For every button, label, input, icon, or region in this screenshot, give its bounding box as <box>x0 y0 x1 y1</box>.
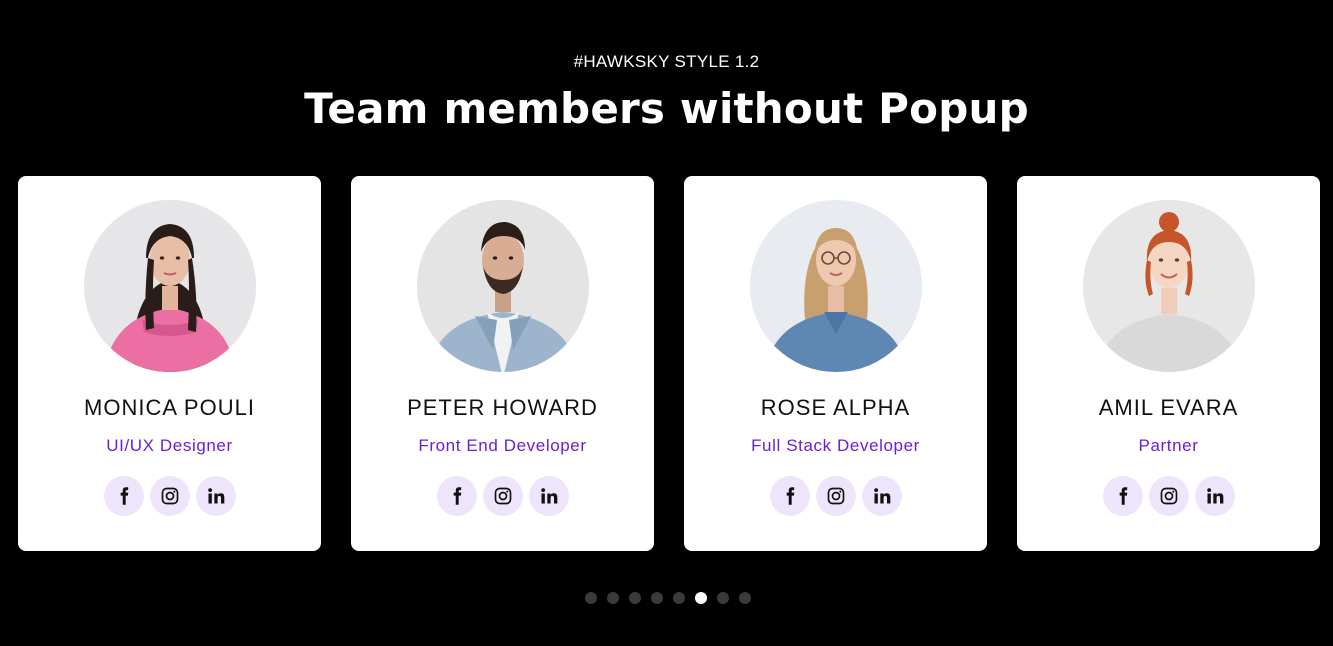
linkedin-icon <box>206 486 226 506</box>
team-card: ROSE ALPHA Full Stack Developer <box>684 176 987 551</box>
instagram-icon <box>160 486 180 506</box>
social-links <box>18 476 321 516</box>
instagram-link[interactable] <box>482 476 523 516</box>
linkedin-link[interactable] <box>861 476 902 516</box>
team-card: MONICA POULI UI/UX Designer <box>18 176 321 551</box>
facebook-icon <box>114 486 134 506</box>
instagram-link[interactable] <box>1148 476 1189 516</box>
facebook-icon <box>780 486 800 506</box>
linkedin-icon <box>872 486 892 506</box>
instagram-icon <box>493 486 513 506</box>
linkedin-link[interactable] <box>1194 476 1235 516</box>
member-name: AMIL EVARA <box>1098 395 1239 420</box>
team-card: AMIL EVARA Partner <box>1017 176 1320 551</box>
member-name: ROSE ALPHA <box>760 395 911 420</box>
social-links <box>684 476 987 516</box>
team-card: PETER HOWARD Front End Developer <box>351 176 654 551</box>
carousel-dot[interactable] <box>651 592 663 604</box>
facebook-icon <box>1113 486 1133 506</box>
linkedin-icon <box>1205 486 1225 506</box>
instagram-link[interactable] <box>815 476 856 516</box>
facebook-link[interactable] <box>769 476 810 516</box>
linkedin-link[interactable] <box>195 476 236 516</box>
member-role: Front End Developer <box>418 436 587 455</box>
carousel-dot[interactable] <box>717 592 729 604</box>
avatar <box>750 200 922 372</box>
section-title: Team members without Popup <box>304 84 1029 133</box>
linkedin-link[interactable] <box>528 476 569 516</box>
member-name: MONICA POULI <box>84 395 255 420</box>
section-eyebrow: #HAWKSKY STYLE 1.2 <box>573 52 760 71</box>
member-role: Partner <box>1138 436 1199 455</box>
carousel-dot[interactable] <box>673 592 685 604</box>
facebook-link[interactable] <box>436 476 477 516</box>
carousel-dot[interactable] <box>585 592 597 604</box>
facebook-icon <box>447 486 467 506</box>
instagram-icon <box>826 486 846 506</box>
social-links <box>1017 476 1320 516</box>
carousel-dot[interactable] <box>739 592 751 604</box>
carousel-dot[interactable] <box>629 592 641 604</box>
avatar <box>84 200 256 372</box>
facebook-link[interactable] <box>103 476 144 516</box>
member-name: PETER HOWARD <box>407 395 598 420</box>
carousel-dot[interactable] <box>607 592 619 604</box>
instagram-link[interactable] <box>149 476 190 516</box>
facebook-link[interactable] <box>1102 476 1143 516</box>
member-role: Full Stack Developer <box>751 436 920 455</box>
team-carousel: MONICA POULI UI/UX Designer PETER HOWARD… <box>18 176 1320 551</box>
linkedin-icon <box>539 486 559 506</box>
social-links <box>351 476 654 516</box>
instagram-icon <box>1159 486 1179 506</box>
avatar <box>1083 200 1255 372</box>
member-role: UI/UX Designer <box>106 436 233 455</box>
carousel-pagination <box>585 592 751 604</box>
carousel-dot-active[interactable] <box>695 592 707 604</box>
avatar <box>417 200 589 372</box>
